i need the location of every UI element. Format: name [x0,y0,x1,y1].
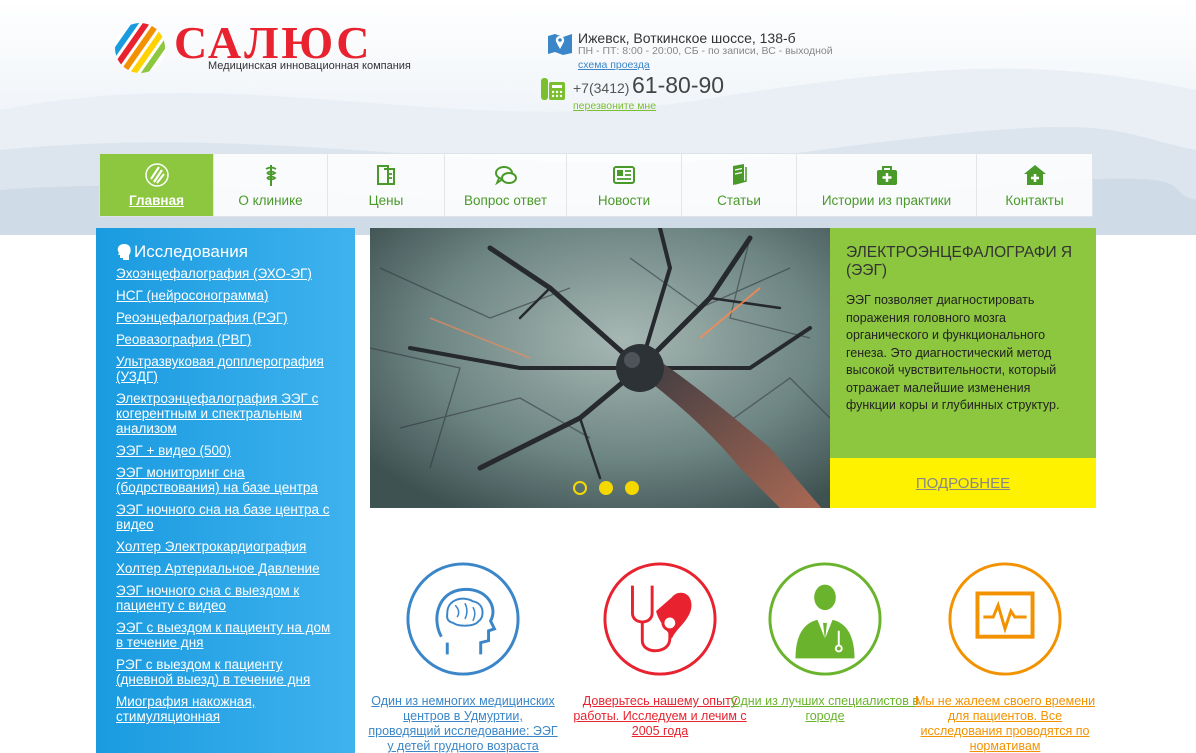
list-item: ЭЭГ + видео (500) [116,443,335,458]
research-link[interactable]: Эхоэнцефалография (ЭХО-ЭГ) [116,266,312,281]
nav-label: О клинике [238,193,303,208]
research-link[interactable]: ЭЭГ ночного сна с выездом к пациенту с в… [116,583,299,613]
map-pin-icon [548,34,572,55]
medical-case-icon [876,166,897,185]
nav-label: Главная [129,193,184,208]
research-link[interactable]: Миография накожная, стимуляционная [116,694,255,724]
list-item: НСГ (нейросонограмма) [116,288,335,303]
feature-text[interactable]: Одни из лучших специалистов в городе [730,694,920,724]
research-link[interactable]: Ультразвуковая допплерография (УЗДГ) [116,354,324,384]
feature-time: Мы не жалеем своего времени для пациенто… [910,560,1100,753]
research-link[interactable]: НСГ (нейросонограмма) [116,288,268,303]
feature-text[interactable]: Доверьтесь нашему опыту работы. Исследуе… [565,694,755,739]
slider-dots [573,481,639,495]
feature-experience: Доверьтесь нашему опыту работы. Исследуе… [565,560,755,739]
research-link[interactable]: Реовазография (РВГ) [116,332,251,347]
nav-item-home[interactable]: Главная [100,154,214,216]
slide-info-panel: ЭЛЕКТРОЭНЦЕФАЛОГРАФИ Я (ЭЭГ) ЭЭГ позволя… [830,228,1096,458]
slider-dot[interactable] [573,481,587,495]
brain-head-icon [406,562,520,676]
list-item: ЭЭГ с выездом к пациенту на дом в течени… [116,620,335,650]
logo-tagline: Медицинская инновационная компания [208,60,411,72]
list-item: Электроэнцефалография ЭЭГ с когерентным … [116,391,335,436]
feature-specialists: Одни из лучших специалистов в городе [730,560,920,724]
feature-text[interactable]: Мы не жалеем своего времени для пациенто… [910,694,1100,753]
research-sidebar: Исследования Эхоэнцефалография (ЭХО-ЭГ) … [96,228,355,753]
list-item: ЭЭГ мониторинг сна (бодрствования) на ба… [116,465,335,495]
research-link[interactable]: РЭГ с выездом к пациенту (дневной выезд)… [116,657,310,687]
route-map-link[interactable]: схема проезда [578,59,650,71]
list-item: ЭЭГ ночного сна на базе центра с видео [116,502,335,532]
phone-code: +7(3412) [573,80,630,96]
head-profile-icon [117,244,131,260]
address: Ижевск, Воткинское шоссе, 138-б [578,30,796,46]
phone-number[interactable]: 61-80-90 [632,72,724,99]
phone-icon [541,78,565,100]
research-list: Эхоэнцефалография (ЭХО-ЭГ) НСГ (нейросон… [116,266,335,724]
logo[interactable]: САЛЮС Медицинская инновационная компания [114,17,474,82]
header-contacts: Ижевск, Воткинское шоссе, 138-б ПН - ПТ:… [541,30,875,120]
nav-label: Цены [368,193,404,208]
callback-link[interactable]: перезвоните мне [573,100,656,112]
nav-item-cases[interactable]: Истории из практики [797,154,977,216]
list-item: РЭГ с выездом к пациенту (дневной выезд)… [116,657,335,687]
research-link[interactable]: Электроэнцефалография ЭЭГ с когерентным … [116,391,318,436]
research-link[interactable]: Холтер Электрокардиография [116,539,306,554]
list-item: Холтер Артериальное Давление [116,561,335,576]
nav-label: Новости [597,193,651,208]
nav-item-faq[interactable]: Вопрос ответ [445,154,567,216]
list-item: Миография накожная, стимуляционная [116,694,335,724]
list-item: Ультразвуковая допплерография (УЗДГ) [116,354,335,384]
heart-stethoscope-icon [603,562,717,676]
monitor-pulse-icon [948,562,1062,676]
list-item: Эхоэнцефалография (ЭХО-ЭГ) [116,266,335,281]
research-link[interactable]: Холтер Артериальное Давление [116,561,320,576]
sidebar-title: Исследования [116,242,335,262]
feature-text[interactable]: Один из немногих медицинских центров в У… [368,694,558,753]
nav-item-news[interactable]: Новости [567,154,682,216]
logo-mark-icon [115,23,165,73]
research-link[interactable]: ЭЭГ мониторинг сна (бодрствования) на ба… [116,465,318,495]
slider-dot[interactable] [599,481,613,495]
list-item: Холтер Электрокардиография [116,539,335,554]
more-button[interactable]: ПОДРОБНЕЕ [830,458,1096,508]
list-item: Реовазография (РВГ) [116,332,335,347]
caduceus-icon [265,165,277,186]
working-hours: ПН - ПТ: 8:00 - 20:00, СБ - по записи, В… [578,45,833,57]
nav-label: Контакты [1005,193,1064,208]
chat-bubbles-icon [494,166,517,186]
nav-label: Вопрос ответ [464,193,547,208]
slide-text: ЭЭГ позволяет диагностировать поражения … [846,293,1060,412]
research-link[interactable]: ЭЭГ + видео (500) [116,443,231,458]
hero-slider: ЭЛЕКТРОЭНЦЕФАЛОГРАФИ Я (ЭЭГ) ЭЭГ позволя… [370,228,1096,508]
slide-title: ЭЛЕКТРОЭНЦЕФАЛОГРАФИ Я (ЭЭГ) [846,244,1073,279]
sidebar-title-text: Исследования [134,242,248,261]
doctor-icon [768,562,882,676]
nav-item-about[interactable]: О клинике [214,154,328,216]
nav-item-prices[interactable]: Цены [328,154,445,216]
list-item: Реоэнцефалография (РЭГ) [116,310,335,325]
home-plus-icon [1023,165,1046,185]
list-item: ЭЭГ ночного сна с выездом к пациенту с в… [116,583,335,613]
feature-infants: Один из немногих медицинских центров в У… [368,560,558,753]
article-book-icon [733,164,747,185]
nav-label: Статьи [717,193,761,208]
research-link[interactable]: ЭЭГ с выездом к пациенту на дом в течени… [116,620,330,650]
price-book-icon [377,165,395,185]
research-link[interactable]: Реоэнцефалография (РЭГ) [116,310,288,325]
newspaper-icon [613,166,635,184]
research-link[interactable]: ЭЭГ ночного сна на базе центра с видео [116,502,330,532]
nav-item-articles[interactable]: Статьи [682,154,797,216]
logo-mark-icon [144,163,169,187]
nav-item-contacts[interactable]: Контакты [977,154,1092,216]
slider-dot[interactable] [625,481,639,495]
nav-label: Истории из практики [821,193,952,208]
neuron-image [370,228,830,508]
main-nav: Главная О клинике Цены Вопрос ответ Ново… [99,153,1093,217]
